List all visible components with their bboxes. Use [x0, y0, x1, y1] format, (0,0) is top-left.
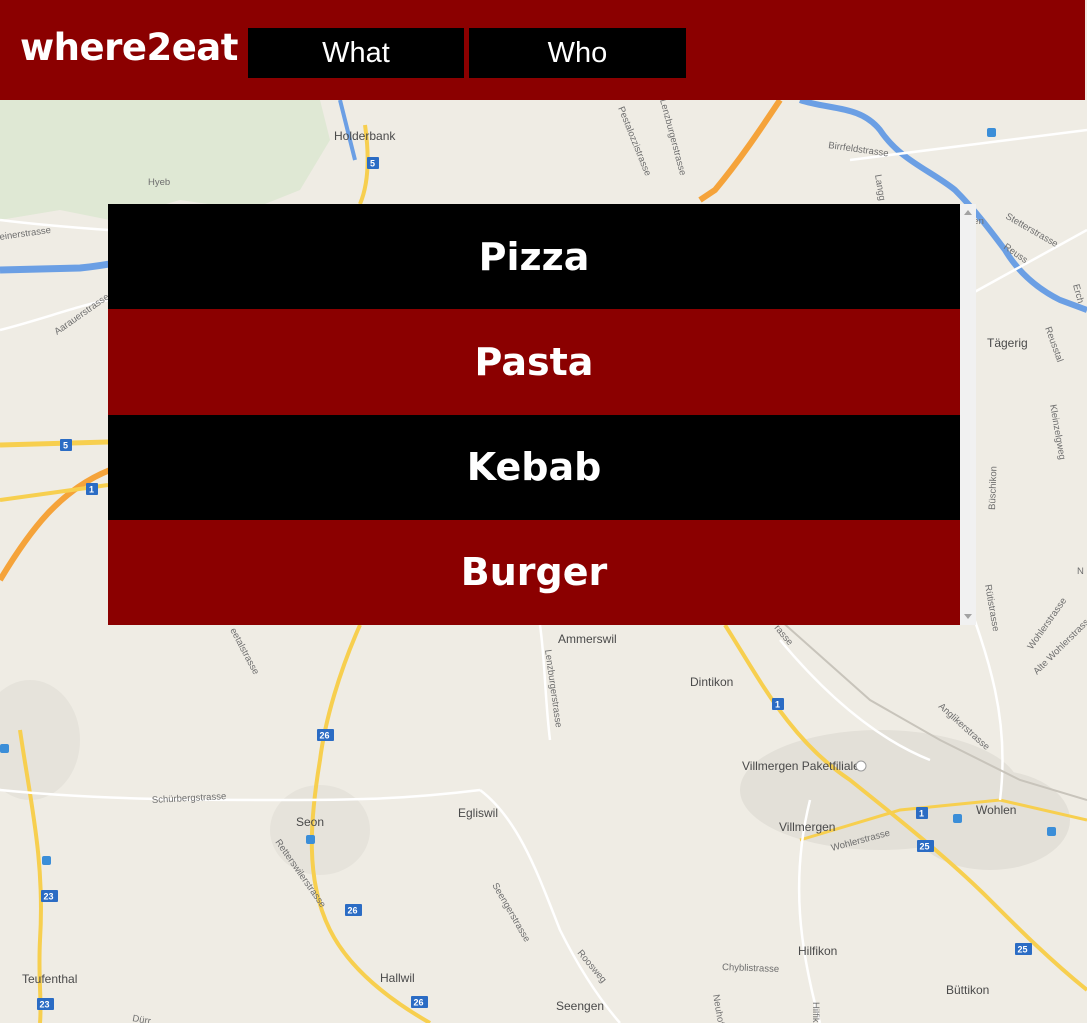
bus-stop-icon	[987, 128, 996, 137]
bus-stop-icon	[953, 814, 962, 823]
svg-text:26: 26	[320, 731, 330, 741]
route-shield: 23	[41, 890, 58, 902]
street-label: Schürbergstrasse	[152, 791, 227, 806]
nav-button-who[interactable]: Who	[469, 28, 686, 78]
scroll-up-arrow-icon[interactable]	[964, 210, 972, 215]
bus-stop-icon	[306, 835, 315, 844]
street-label: Rütistrasse	[982, 584, 1001, 633]
place-label-seon: Seon	[296, 815, 324, 829]
place-label-dintikon: Dintikon	[690, 675, 733, 689]
place-label-ammerswil: Ammerswil	[558, 632, 617, 646]
svg-text:1: 1	[919, 809, 924, 819]
food-option-pasta[interactable]: Pasta	[108, 309, 960, 415]
street-label: einerstrasse	[0, 225, 52, 243]
route-shield: 1	[772, 698, 784, 710]
urban-area-wohlen	[910, 770, 1070, 870]
route-shield: 5	[367, 157, 379, 169]
route-shield: 26	[411, 996, 428, 1008]
street-label: Birrfeldstrasse	[828, 140, 890, 159]
top-navigation-bar: where2eat What Who	[0, 0, 1085, 100]
street-label: Kleinzelgweg	[1047, 404, 1068, 461]
bus-stop-icon	[1047, 827, 1056, 836]
place-label-buettikon: Büttikon	[946, 983, 989, 997]
food-choice-list: Pizza Pasta Kebab Burger	[108, 204, 960, 625]
place-label-holderbank: Holderbank	[334, 129, 396, 143]
place-label-hyeb: Hyeb	[148, 177, 170, 188]
route-shield: 26	[317, 729, 334, 741]
street-label: Lenzburgerstrasse	[657, 100, 688, 177]
post-office-icon[interactable]	[855, 760, 867, 772]
place-label-teufenthal: Teufenthal	[22, 972, 77, 986]
place-label-egliswil: Egliswil	[458, 806, 498, 820]
svg-text:26: 26	[414, 998, 424, 1008]
forest-area	[0, 100, 330, 220]
route-shield: 25	[1015, 943, 1032, 955]
app-logo-title[interactable]: where2eat	[20, 24, 238, 72]
place-label-taegerig: Tägerig	[987, 336, 1028, 350]
nav-button-what[interactable]: What	[248, 28, 464, 78]
place-label-villmergen: Villmergen	[779, 820, 835, 834]
svg-text:1: 1	[89, 485, 94, 495]
route-shield: 25	[917, 840, 934, 852]
urban-area-west	[0, 680, 80, 800]
street-label: Erch	[1070, 283, 1086, 305]
road-5	[0, 439, 109, 448]
food-option-burger[interactable]: Burger	[108, 519, 960, 625]
street-label: Neuhof	[710, 994, 726, 1023]
street-label: Seengerstrasse	[489, 881, 532, 944]
street-label: Langg	[872, 174, 887, 202]
svg-text:23: 23	[44, 892, 54, 902]
street-label: N	[1077, 566, 1084, 577]
route-shield: 1	[916, 807, 928, 819]
svg-text:1: 1	[775, 700, 780, 710]
svg-text:5: 5	[370, 159, 375, 169]
place-label-seengen: Seengen	[556, 999, 604, 1013]
food-option-kebab[interactable]: Kebab	[108, 414, 960, 520]
street-label: Dürr	[131, 1013, 151, 1023]
svg-text:26: 26	[348, 906, 358, 916]
route-shield: 26	[345, 904, 362, 916]
street-label: Aarauerstrasse	[52, 291, 111, 337]
route-shield: 23	[37, 998, 54, 1010]
food-option-pizza[interactable]: Pizza	[108, 204, 960, 310]
scroll-down-arrow-icon[interactable]	[964, 614, 972, 619]
street-label: Chyblistrasse	[722, 962, 779, 975]
svg-text:5: 5	[63, 441, 68, 451]
svg-text:25: 25	[1018, 945, 1028, 955]
street-label: Pestalozzistrasse	[615, 105, 653, 178]
route-shield: 5	[60, 439, 72, 451]
svg-text:23: 23	[40, 1000, 50, 1010]
street-label: Reusstal	[1042, 325, 1065, 364]
motorway-north	[698, 100, 783, 203]
place-label-hilfikon: Hilfikon	[798, 944, 837, 958]
bus-stop-icon	[42, 856, 51, 865]
street-label: eetalstrasse	[227, 626, 261, 676]
route-shield: 1	[86, 483, 98, 495]
bus-stop-icon	[0, 744, 9, 753]
place-label-wohlen: Wohlen	[976, 803, 1016, 817]
street-label: Büschikon	[987, 466, 1000, 510]
place-label-paketfiliale: Villmergen Paketfiliale	[742, 759, 860, 773]
place-label-hallwil: Hallwil	[380, 971, 415, 985]
svg-text:25: 25	[920, 842, 930, 852]
list-scrollbar[interactable]	[960, 204, 976, 625]
street-label: Alte Wohlerstrasse	[1031, 613, 1087, 677]
street-label: Hilfik	[810, 1002, 821, 1023]
